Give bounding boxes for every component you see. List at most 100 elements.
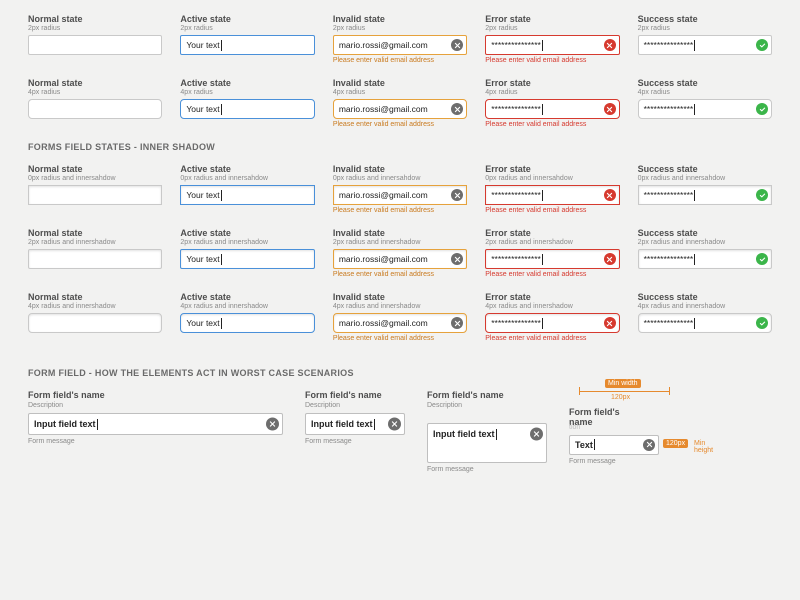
text-caret (694, 318, 695, 329)
field-message: Form message (427, 466, 547, 473)
input-success[interactable]: *************** (638, 35, 772, 55)
input-active[interactable]: Your text (180, 185, 314, 205)
state-sub: 4px radius (638, 89, 772, 96)
state-sub: 2px radius and innershadow (333, 239, 467, 246)
field-message: Form message (28, 438, 283, 445)
clear-icon[interactable] (451, 39, 463, 51)
state-sub: 0px radius and innersahdow (28, 175, 162, 182)
field-description: Description (28, 402, 283, 409)
success-icon (756, 253, 768, 265)
input-error[interactable]: *************** (485, 185, 619, 205)
input-normal[interactable] (28, 35, 162, 55)
clear-icon[interactable] (451, 317, 463, 329)
state-title: Error state (485, 14, 619, 24)
input-error[interactable]: *************** (485, 249, 619, 269)
error-icon[interactable] (604, 317, 616, 329)
input-invalid[interactable]: mario.rossi@gmail.com (333, 185, 467, 205)
state-sub: 2px radius and innershadow (485, 239, 619, 246)
state-title: Invalid state (333, 292, 467, 302)
state-title: Error state (485, 164, 619, 174)
input-active[interactable]: Your text (180, 249, 314, 269)
section-header-inner-shadow: FORMS FIELD STATES - INNER SHADOW (28, 142, 772, 152)
text-caret (542, 104, 543, 115)
validation-message: Please enter valid email address (485, 207, 619, 214)
input-normal[interactable] (28, 249, 162, 269)
text-caret (542, 40, 543, 51)
field-message: Form message (569, 458, 699, 465)
input-success[interactable]: *************** (638, 99, 772, 119)
input-invalid[interactable]: mario.rossi@gmail.com (333, 313, 467, 333)
input-field-tall[interactable]: Input field text (427, 423, 547, 463)
input-active[interactable]: Your text (180, 35, 314, 55)
clear-icon[interactable] (451, 253, 463, 265)
state-title: Active state (180, 78, 314, 88)
field-label: Form field's name (305, 390, 405, 400)
state-title: Success state (638, 164, 772, 174)
input-success[interactable]: *************** (638, 185, 772, 205)
input-invalid[interactable]: mario.rossi@gmail.com (333, 99, 467, 119)
state-title: Invalid state (333, 14, 467, 24)
validation-message: Please enter valid email address (333, 271, 467, 278)
error-icon[interactable] (604, 103, 616, 115)
states-row-2px-inner: Normal state2px radius and innershadow A… (28, 228, 772, 278)
input-invalid[interactable]: mario.rossi@gmail.com (333, 249, 467, 269)
state-title: Error state (485, 292, 619, 302)
input-error[interactable]: *************** (485, 313, 619, 333)
input-field[interactable]: Input field text (305, 413, 405, 435)
input-normal[interactable] (28, 185, 162, 205)
input-invalid[interactable]: mario.rossi@gmail.com (333, 35, 467, 55)
clear-icon[interactable] (388, 418, 401, 431)
state-sub: 2px radius (28, 25, 162, 32)
text-caret (542, 318, 543, 329)
state-title: Active state (180, 228, 314, 238)
error-icon[interactable] (604, 253, 616, 265)
validation-message: Please enter valid email address (485, 335, 619, 342)
state-sub: 2px radius (485, 25, 619, 32)
input-normal[interactable] (28, 99, 162, 119)
clear-icon[interactable] (451, 103, 463, 115)
state-title: Invalid state (333, 78, 467, 88)
clear-icon[interactable] (451, 189, 463, 201)
state-title: Error state (485, 78, 619, 88)
input-active[interactable]: Your text (180, 313, 314, 333)
clear-icon[interactable] (530, 428, 543, 441)
input-error[interactable]: *************** (485, 99, 619, 119)
text-caret (221, 254, 222, 265)
state-sub: 0px radius and innersahdow (180, 175, 314, 182)
state-sub: 2px radius and innershadow (638, 239, 772, 246)
input-success[interactable]: *************** (638, 249, 772, 269)
text-caret (496, 429, 497, 440)
state-sub: 4px radius and innershadow (485, 303, 619, 310)
validation-message: Please enter valid email address (485, 121, 619, 128)
input-active[interactable]: Your text (180, 99, 314, 119)
state-sub: 4px radius and innershadow (28, 303, 162, 310)
dimension-value-min-height: 120px (663, 439, 688, 448)
text-caret (221, 40, 222, 51)
clear-icon[interactable] (266, 418, 279, 431)
validation-message: Please enter valid email address (333, 207, 467, 214)
input-success[interactable]: *************** (638, 313, 772, 333)
state-sub: 4px radius (333, 89, 467, 96)
error-icon[interactable] (604, 39, 616, 51)
text-caret (221, 104, 222, 115)
state-sub: 4px radius (485, 89, 619, 96)
dimension-line (579, 391, 669, 392)
success-icon (756, 103, 768, 115)
state-sub: 2px radius (180, 25, 314, 32)
state-sub: 4px radius and innershadow (333, 303, 467, 310)
state-title: Invalid state (333, 228, 467, 238)
input-field[interactable]: Input field text (28, 413, 283, 435)
success-icon (756, 317, 768, 329)
clear-icon[interactable] (643, 439, 655, 451)
dimension-label-min-height: Min height (691, 439, 716, 455)
states-row-4px: Normal state 4px radius Active state 4px… (28, 78, 772, 128)
state-sub: 2px radius and innershadow (28, 239, 162, 246)
state-sub: 2px radius and innershadow (180, 239, 314, 246)
input-normal[interactable] (28, 313, 162, 333)
error-icon[interactable] (604, 189, 616, 201)
input-error[interactable]: *************** (485, 35, 619, 55)
success-icon (756, 189, 768, 201)
state-title: Normal state (28, 78, 162, 88)
input-field-min[interactable]: Text (569, 435, 659, 455)
state-title: Active state (180, 292, 314, 302)
